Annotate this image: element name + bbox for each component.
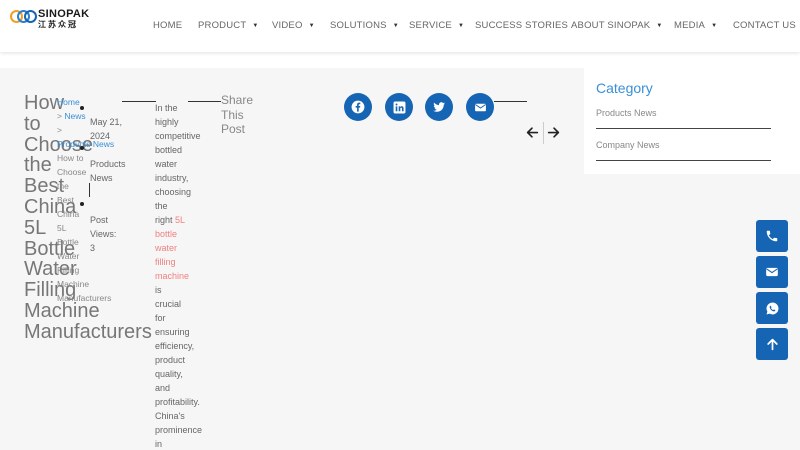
nav-contact[interactable]: CONTACT US	[733, 20, 796, 31]
site-header: SINOPAK 江苏众冠 HOME PRODUCT ▼ VIDEO ▼ SOLUTI…	[0, 0, 800, 52]
meta-bullet	[80, 202, 84, 206]
category-heading: Category	[596, 80, 653, 96]
nav-home[interactable]: HOME	[153, 20, 182, 31]
category-divider	[596, 128, 771, 129]
sinopak-logo[interactable]: SINOPAK 江苏众冠	[10, 8, 90, 29]
logo-subtitle: 江苏众冠	[38, 20, 78, 29]
envelope-icon	[766, 267, 778, 277]
meta-bullet	[80, 146, 84, 150]
nav-success-stories-label: SUCCESS STORIES	[475, 20, 569, 31]
content-link[interactable]: 5L	[175, 215, 185, 225]
content-link[interactable]: water	[155, 241, 215, 255]
caret-down-icon: ▼	[308, 23, 315, 29]
arrow-right-icon	[547, 126, 559, 138]
share-heading: Share This Post	[221, 93, 254, 136]
content-link[interactable]: bottle	[155, 227, 215, 241]
back-to-top-button[interactable]	[756, 328, 788, 360]
float-whatsapp-button[interactable]	[756, 292, 788, 324]
arrow-divider	[543, 122, 544, 144]
nav-media-label: MEDIA	[674, 20, 706, 31]
nav-about[interactable]: ABOUT SINOPAK ▼	[571, 20, 662, 31]
post-content: In the highly competitive bottled water …	[155, 101, 215, 450]
meta-bullet	[80, 106, 84, 110]
divider-line	[122, 101, 156, 102]
post-views-label: Post Views:	[90, 215, 117, 239]
post-date: May 21, 2024	[90, 117, 123, 141]
nav-success-stories[interactable]: SUCCESS STORIES	[475, 20, 568, 31]
content-link[interactable]: machine	[155, 269, 215, 283]
next-post-button[interactable]	[545, 124, 561, 140]
divider-line	[494, 101, 527, 102]
breadcrumb-home[interactable]: Home	[57, 97, 80, 107]
category-company-news[interactable]: Company News	[596, 140, 660, 150]
category-products-news[interactable]: Products News	[596, 108, 657, 118]
envelope-icon	[474, 103, 486, 111]
nav-product-label: PRODUCT	[198, 20, 247, 31]
meta-divider	[89, 183, 90, 197]
category-divider	[596, 160, 771, 161]
caret-down-icon: ▼	[252, 23, 259, 29]
twitter-icon	[433, 102, 445, 112]
arrow-left-icon	[526, 126, 538, 138]
caret-down-icon: ▼	[457, 23, 465, 29]
post-category[interactable]: Products News	[90, 157, 135, 185]
share-linkedin-button[interactable]	[385, 93, 413, 121]
share-twitter-button[interactable]	[425, 93, 453, 121]
prev-post-button[interactable]	[524, 124, 540, 140]
nav-solutions[interactable]: SOLUTIONS ▼	[330, 20, 399, 31]
nav-video-label: VIDEO	[272, 20, 303, 31]
float-email-button[interactable]	[756, 256, 788, 288]
share-email-button[interactable]	[466, 93, 494, 121]
post-views-count: 3	[90, 243, 96, 253]
nav-media[interactable]: MEDIA ▼	[674, 20, 717, 31]
whatsapp-icon	[766, 302, 778, 314]
arrow-up-icon	[766, 338, 778, 350]
caret-down-icon: ▼	[711, 23, 718, 29]
nav-home-label: HOME	[153, 20, 183, 31]
linkedin-icon	[393, 101, 405, 113]
nav-video[interactable]: VIDEO ▼	[272, 20, 315, 31]
caret-down-icon: ▼	[656, 23, 663, 29]
nav-service-label: SERVICE	[409, 20, 452, 31]
nav-product[interactable]: PRODUCT ▼	[198, 20, 259, 31]
share-facebook-button[interactable]	[344, 93, 372, 121]
facebook-icon	[351, 100, 365, 114]
caret-down-icon: ▼	[392, 23, 399, 29]
phone-icon	[766, 230, 778, 242]
nav-about-label: ABOUT SINOPAK	[571, 20, 651, 31]
content-link[interactable]: filling	[155, 255, 215, 269]
nav-solutions-label: SOLUTIONS	[330, 20, 387, 31]
nav-service[interactable]: SERVICE ▼	[409, 20, 464, 31]
nav-contact-label: CONTACT US	[733, 20, 796, 31]
float-phone-button[interactable]	[756, 220, 788, 252]
post-meta: May 21, 2024 Products News Post Views: 3	[80, 103, 130, 263]
